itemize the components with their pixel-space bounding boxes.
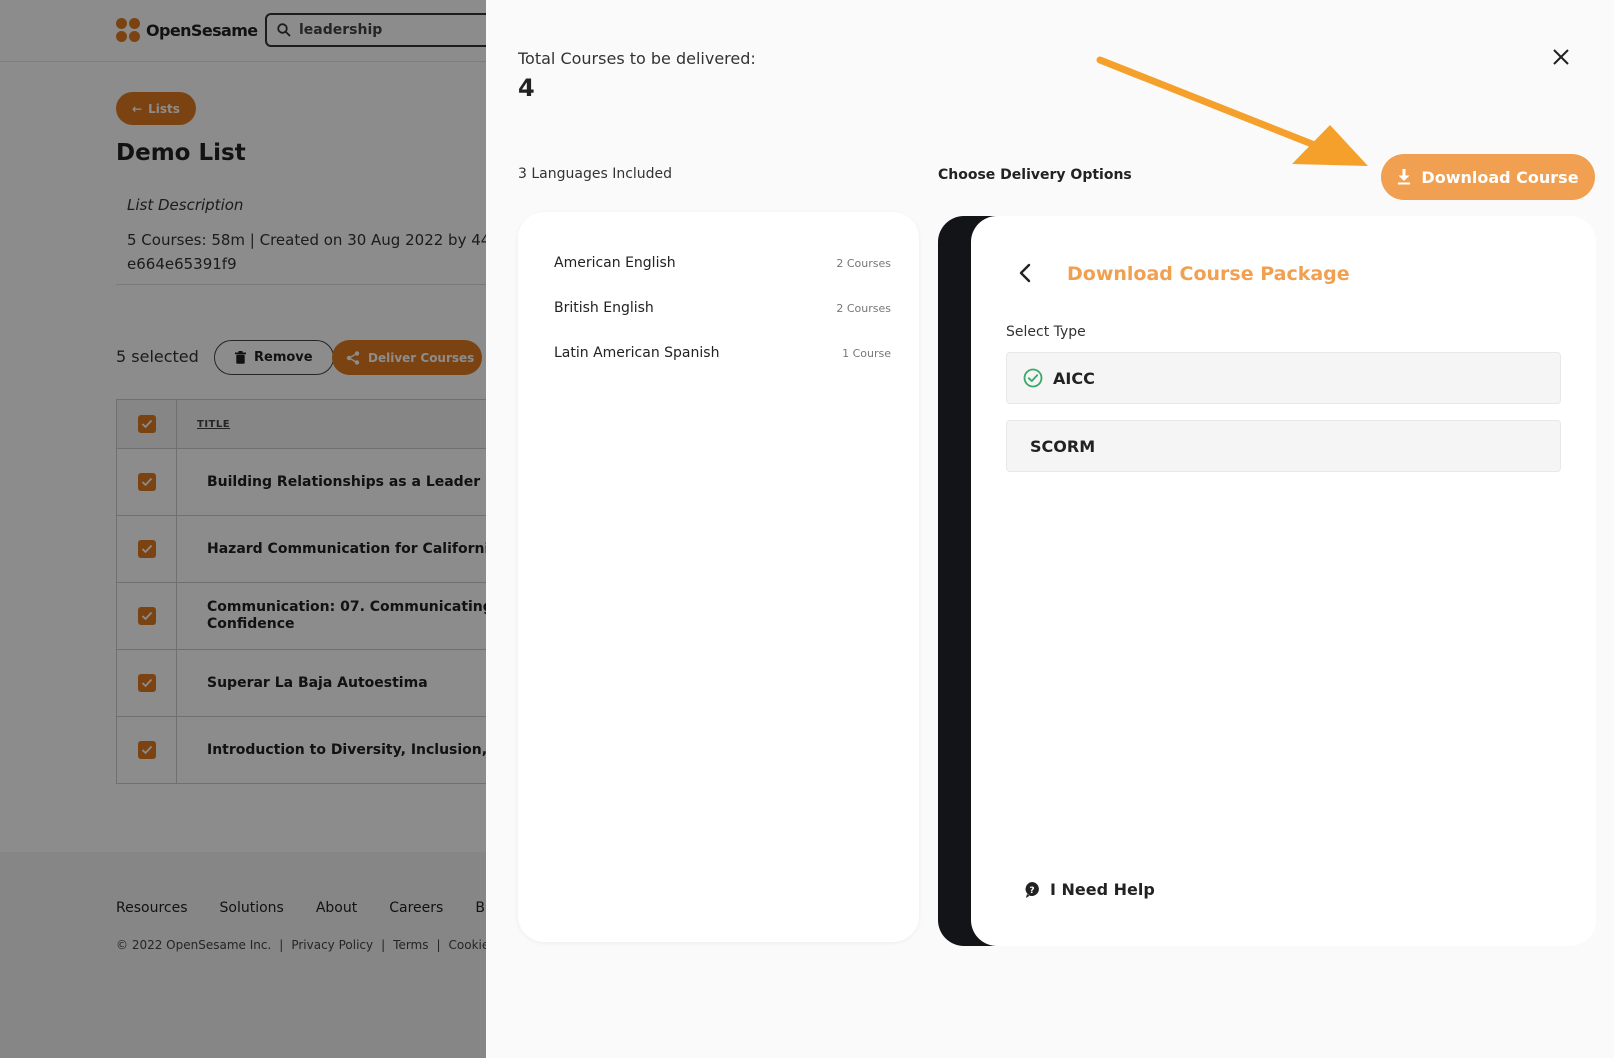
language-item[interactable]: American English 2 Courses bbox=[554, 252, 891, 274]
total-courses-value: 4 bbox=[518, 74, 535, 102]
package-title: Download Course Package bbox=[1067, 263, 1350, 285]
chevron-left-icon[interactable] bbox=[1015, 262, 1037, 284]
close-icon[interactable] bbox=[1550, 46, 1572, 68]
languages-count: 3 Languages Included bbox=[518, 166, 673, 182]
download-icon bbox=[1398, 169, 1411, 185]
need-help-link[interactable]: ? I Need Help bbox=[1024, 880, 1155, 899]
delivery-panel: Total Courses to be delivered: 4 3 Langu… bbox=[486, 0, 1614, 1058]
modal-backdrop[interactable] bbox=[0, 0, 486, 1058]
svg-text:?: ? bbox=[1029, 886, 1034, 896]
languages-card: American English 2 Courses British Engli… bbox=[518, 212, 919, 942]
help-icon: ? bbox=[1025, 881, 1039, 898]
download-package-card: Download Course Package Select Type AICC… bbox=[971, 216, 1596, 946]
language-item[interactable]: British English 2 Courses bbox=[554, 297, 891, 319]
download-course-button[interactable]: Download Course bbox=[1381, 154, 1595, 200]
annotation-arrow bbox=[1096, 56, 1368, 166]
select-type-label: Select Type bbox=[1006, 324, 1086, 340]
check-circle-icon bbox=[1023, 368, 1043, 388]
total-courses-label: Total Courses to be delivered: bbox=[518, 49, 756, 68]
option-aicc[interactable]: AICC bbox=[1006, 352, 1561, 404]
language-item[interactable]: Latin American Spanish 1 Course bbox=[554, 342, 891, 364]
option-scorm[interactable]: SCORM bbox=[1006, 420, 1561, 472]
